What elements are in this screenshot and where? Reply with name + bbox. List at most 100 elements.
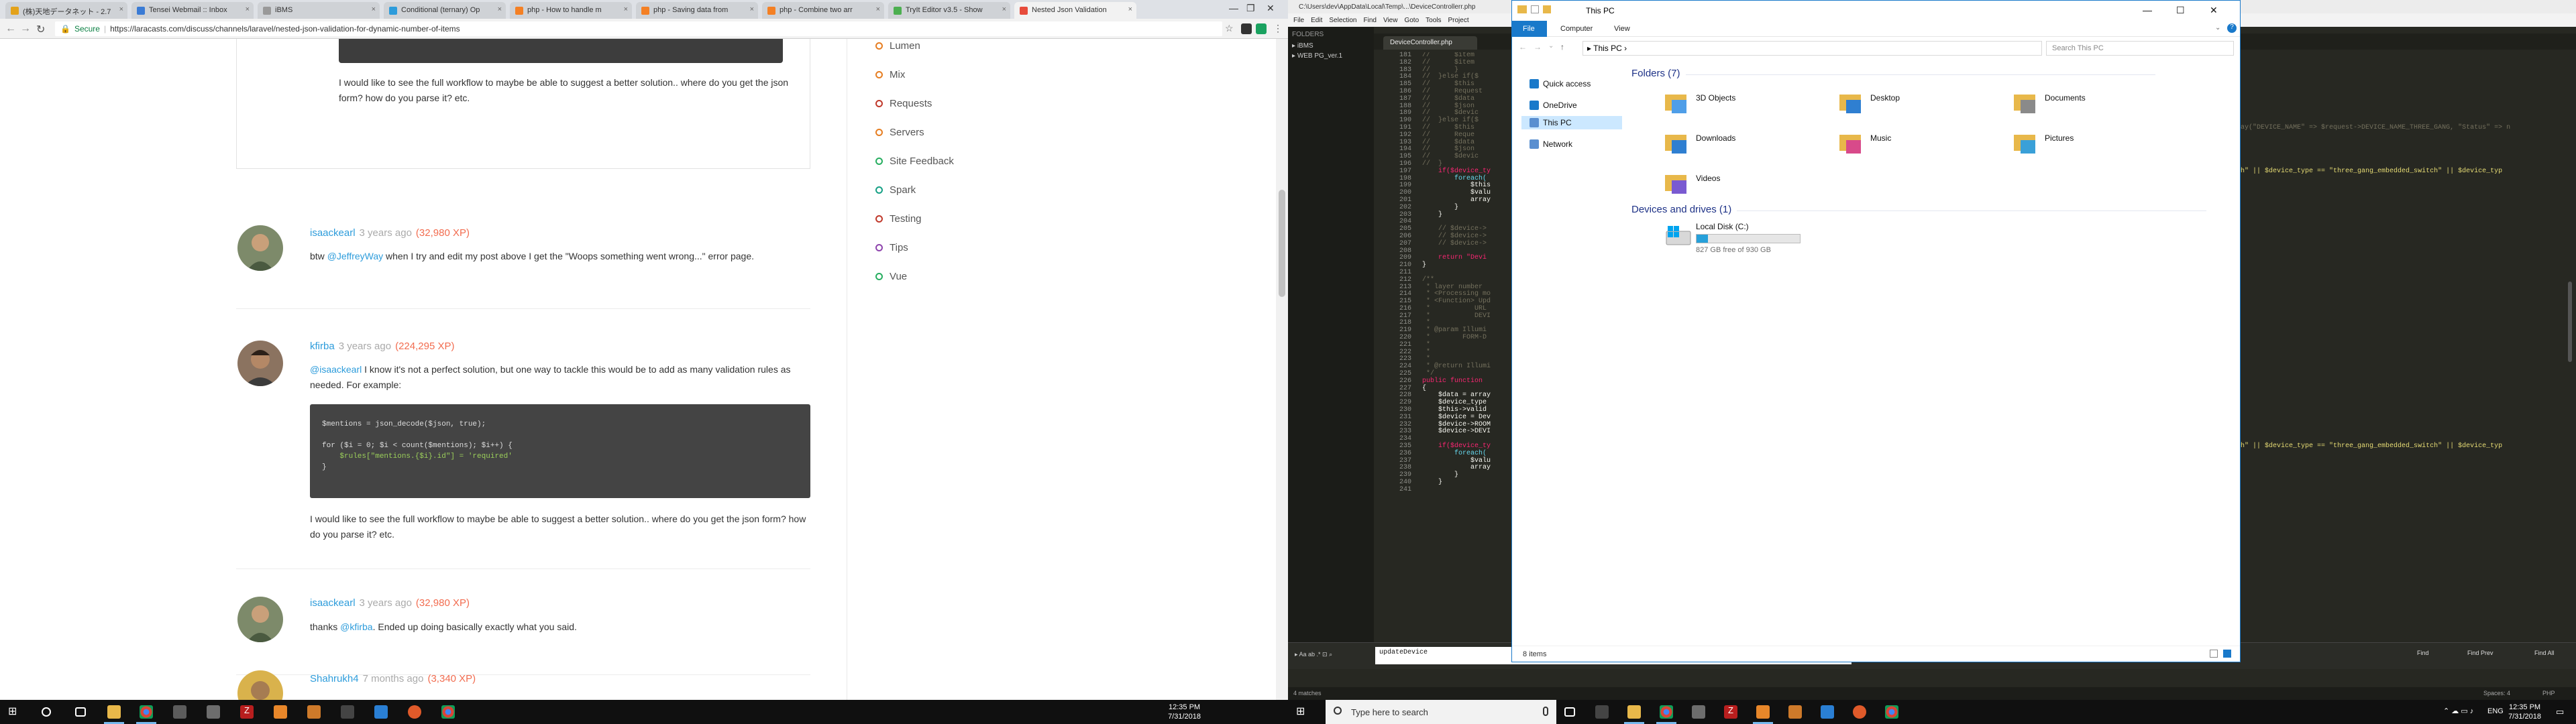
browser-tab[interactable]: Conditional (ternary) Op × [384, 2, 506, 19]
channel-link[interactable]: Lumen [875, 40, 920, 52]
avatar[interactable] [237, 597, 283, 642]
ribbon-tab-computer[interactable]: Computer [1560, 25, 1593, 33]
close-window-button[interactable]: ✕ [2210, 5, 2218, 16]
close-tab-icon[interactable]: × [876, 5, 880, 13]
menu-item[interactable]: Tools [1426, 17, 1441, 24]
page-scrollbar[interactable] [1276, 39, 1288, 700]
browser-menu-icon[interactable]: ⋮ [1273, 23, 1283, 34]
nav-item[interactable]: This PC [1521, 116, 1622, 129]
close-window-button[interactable]: ✕ [1267, 3, 1275, 14]
find-button[interactable]: Find [2417, 650, 2429, 656]
app-icon[interactable] [1788, 705, 1802, 719]
app-icon[interactable] [307, 705, 321, 719]
scrollbar-thumb[interactable] [1279, 190, 1285, 297]
channel-link[interactable]: Mix [875, 69, 905, 80]
close-tab-icon[interactable]: × [119, 5, 123, 13]
cortana-icon[interactable] [42, 707, 51, 717]
folder-item[interactable]: Downloads [1664, 129, 1825, 170]
avatar[interactable] [237, 225, 283, 271]
author-name[interactable]: isaackearl [310, 597, 356, 609]
chrome-icon[interactable] [1660, 705, 1673, 719]
microphone-icon[interactable] [1543, 707, 1548, 716]
folder-item[interactable]: Documents [2012, 89, 2174, 129]
app-icon[interactable] [1595, 705, 1609, 719]
ribbon-tab-view[interactable]: View [1614, 25, 1630, 33]
maximize-button[interactable]: ❐ [1246, 3, 1255, 14]
notifications-icon[interactable]: ▭ [2556, 707, 2564, 717]
user-mention-link[interactable]: @JeffreyWay [327, 251, 383, 261]
avatar[interactable] [237, 341, 283, 386]
menu-item[interactable]: Project [1448, 17, 1469, 24]
forward-icon[interactable]: → [1534, 42, 1542, 52]
expand-ribbon-icon[interactable]: ⌄ [2215, 24, 2220, 32]
nav-item[interactable]: OneDrive [1527, 99, 1577, 112]
maximize-button[interactable]: ☐ [2176, 5, 2185, 16]
folder-item[interactable]: Pictures [2012, 129, 2174, 170]
menu-item[interactable]: File [1293, 17, 1304, 24]
chrome-icon[interactable] [441, 705, 455, 719]
close-tab-icon[interactable]: × [498, 5, 502, 13]
windows-start-icon[interactable]: ⊞ [1296, 705, 1309, 718]
menu-item[interactable]: Edit [1311, 17, 1322, 24]
app-icon[interactable] [408, 705, 421, 719]
folder-item[interactable]: ▸ iBMS [1292, 42, 1374, 50]
app-icon[interactable] [374, 705, 388, 719]
browser-tab[interactable]: Nested Json Validation × [1014, 2, 1136, 19]
chrome-icon[interactable] [140, 705, 153, 719]
close-tab-icon[interactable]: × [246, 5, 250, 13]
browser-tab[interactable]: (株)天地データネット - 2.7 × [5, 2, 127, 19]
large-icons-view-icon[interactable] [2223, 650, 2231, 658]
folder-item[interactable]: ▸ WEB PG_ver.1 [1292, 52, 1374, 60]
channel-link[interactable]: Tips [875, 242, 908, 253]
recent-dropdown-icon[interactable]: ⌄ [1548, 42, 1554, 50]
folder-item[interactable]: 3D Objects [1664, 89, 1825, 129]
properties-icon[interactable] [1531, 5, 1539, 13]
author-name[interactable]: kfirba [310, 341, 335, 352]
close-tab-icon[interactable]: × [750, 5, 754, 13]
editor-tab[interactable]: DeviceController.php [1383, 36, 1477, 50]
close-tab-icon[interactable]: × [624, 5, 628, 13]
channel-link[interactable]: Requests [875, 98, 932, 109]
filezilla-icon[interactable]: Z [1724, 705, 1737, 719]
user-mention-link[interactable]: @isaackearl [310, 364, 362, 375]
app-icon[interactable] [1821, 705, 1834, 719]
author-name[interactable]: Shahrukh4 [310, 673, 359, 684]
explorer-search-input[interactable]: Search This PC [2046, 41, 2234, 56]
taskbar-clock[interactable]: 12:35 PM 7/31/2018 [2508, 703, 2541, 721]
folder-item[interactable]: Music [1838, 129, 1999, 170]
task-view-icon[interactable] [75, 707, 86, 717]
find-all-button[interactable]: Find All [2534, 650, 2555, 656]
path-segment[interactable]: This PC [1593, 44, 1622, 53]
extension-icon-1[interactable] [1241, 23, 1252, 34]
close-tab-icon[interactable]: × [1002, 5, 1006, 13]
browser-tab[interactable]: Tensei Webmail :: Inbox × [131, 2, 254, 19]
folders-group-header[interactable]: Folders (7) [1631, 68, 2152, 79]
drive-item[interactable]: Local Disk (C:) 827 GB free of 930 GB [1664, 222, 1865, 262]
file-explorer-icon[interactable] [107, 705, 121, 719]
new-folder-icon[interactable] [1543, 5, 1551, 13]
app-icon[interactable] [341, 705, 354, 719]
up-icon[interactable]: ↑ [1560, 42, 1564, 52]
nav-item[interactable]: Network [1527, 137, 1572, 151]
forward-icon[interactable]: → [20, 23, 31, 35]
browser-tab[interactable]: php - Combine two arr × [762, 2, 884, 19]
syntax-setting[interactable]: PHP [2542, 690, 2555, 697]
find-options-icons[interactable]: ▸ Aa ab .* ⊡ ⌕ [1295, 651, 1332, 658]
taskbar-search[interactable]: Type here to search [1326, 700, 1556, 724]
back-icon[interactable]: ← [5, 23, 16, 35]
app-icon[interactable] [173, 705, 186, 719]
details-view-icon[interactable] [2210, 650, 2218, 658]
app-icon[interactable] [1692, 705, 1705, 719]
channel-link[interactable]: Spark [875, 184, 916, 196]
bookmark-star-icon[interactable]: ☆ [1225, 23, 1234, 34]
indent-setting[interactable]: Spaces: 4 [2483, 690, 2510, 697]
browser-tab[interactable]: php - How to handle m × [510, 2, 632, 19]
language-indicator[interactable]: ENG [2487, 707, 2504, 715]
sublime-icon[interactable] [274, 705, 287, 719]
menu-item[interactable]: Selection [1329, 17, 1356, 24]
menu-item[interactable]: Find [1364, 17, 1377, 24]
help-icon[interactable]: ? [2227, 23, 2237, 33]
back-icon[interactable]: ← [1519, 42, 1527, 52]
address-bar[interactable]: 🔒 Secure | https://laracasts.com/discuss/ch… [55, 21, 1222, 36]
close-tab-icon[interactable]: × [372, 5, 376, 13]
